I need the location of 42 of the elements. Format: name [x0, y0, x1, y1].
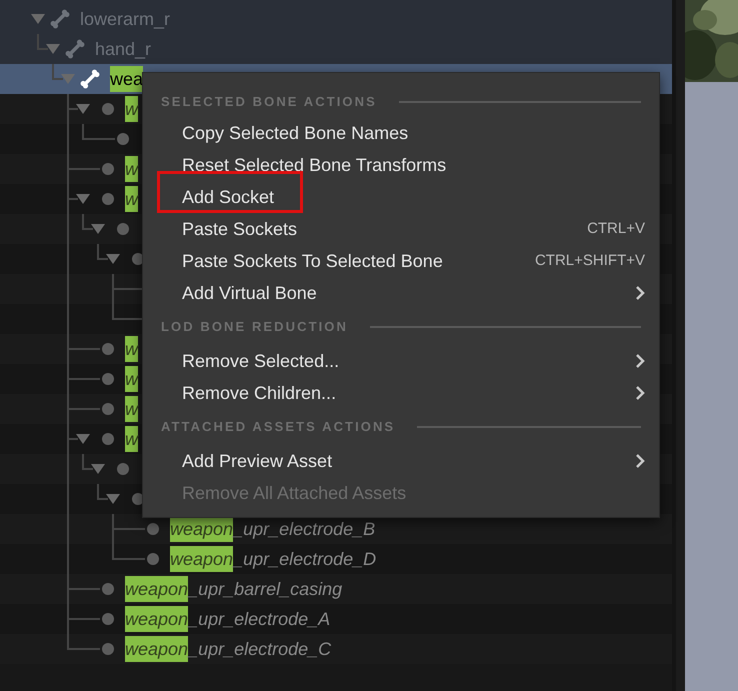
expand-triangle-icon[interactable]: [61, 73, 75, 85]
menu-item[interactable]: Remove Selected...: [143, 345, 659, 377]
menu-item[interactable]: Add Preview Asset: [143, 445, 659, 477]
bone-name: w: [125, 364, 138, 394]
bone-name: w: [125, 394, 138, 424]
expand-triangle-icon[interactable]: [76, 103, 90, 115]
expand-triangle-icon[interactable]: [76, 193, 90, 205]
bone-name: wea: [110, 64, 144, 94]
expand-triangle-icon[interactable]: [106, 253, 120, 265]
bone-name: weapon_upr_electrode_A: [125, 604, 330, 634]
shortcut-label: CTRL+V: [587, 218, 645, 239]
menu-item[interactable]: Reset Selected Bone Transforms: [143, 149, 659, 181]
tree-connector: [52, 64, 63, 80]
bone-name: w: [125, 184, 138, 214]
menu-item[interactable]: Remove Children...: [143, 377, 659, 409]
bone-name: weapon_upr_electrode_B: [170, 514, 376, 544]
bone-icon: [50, 9, 70, 29]
bone-name: w: [125, 154, 138, 184]
expand-triangle-icon[interactable]: [31, 13, 45, 25]
expand-triangle-icon[interactable]: [106, 493, 120, 505]
menu-item[interactable]: Copy Selected Bone Names: [143, 117, 659, 149]
expand-triangle-icon[interactable]: [76, 433, 90, 445]
menu-item[interactable]: Paste Sockets To Selected Bone CTRL+SHIFT+V: [143, 245, 659, 277]
bone-name: w: [125, 334, 138, 364]
bone-name: weapon_upr_electrode_C: [125, 634, 332, 664]
bone-name: weapon_upr_barrel_casing: [125, 574, 342, 604]
bone-name: w: [125, 94, 138, 124]
tree-connector: [67, 364, 100, 394]
bone-name: hand_r: [95, 38, 152, 60]
expand-triangle-icon[interactable]: [91, 223, 105, 235]
tree-connector: [37, 34, 48, 50]
menu-item[interactable]: Paste Sockets CTRL+V: [143, 213, 659, 245]
bone-name: lowerarm_r: [80, 8, 170, 30]
menu-item[interactable]: Add Socket: [143, 181, 659, 213]
bone-name: weapon_upr_electrode_D: [170, 544, 376, 574]
expand-triangle-icon[interactable]: [91, 463, 105, 475]
shortcut-label: CTRL+SHIFT+V: [534, 250, 645, 271]
bone-icon: [65, 39, 85, 59]
bone-icon: [80, 69, 100, 89]
bone-name: w: [125, 424, 138, 454]
expand-triangle-icon[interactable]: [46, 43, 60, 55]
menu-item[interactable]: Add Virtual Bone: [143, 277, 659, 309]
